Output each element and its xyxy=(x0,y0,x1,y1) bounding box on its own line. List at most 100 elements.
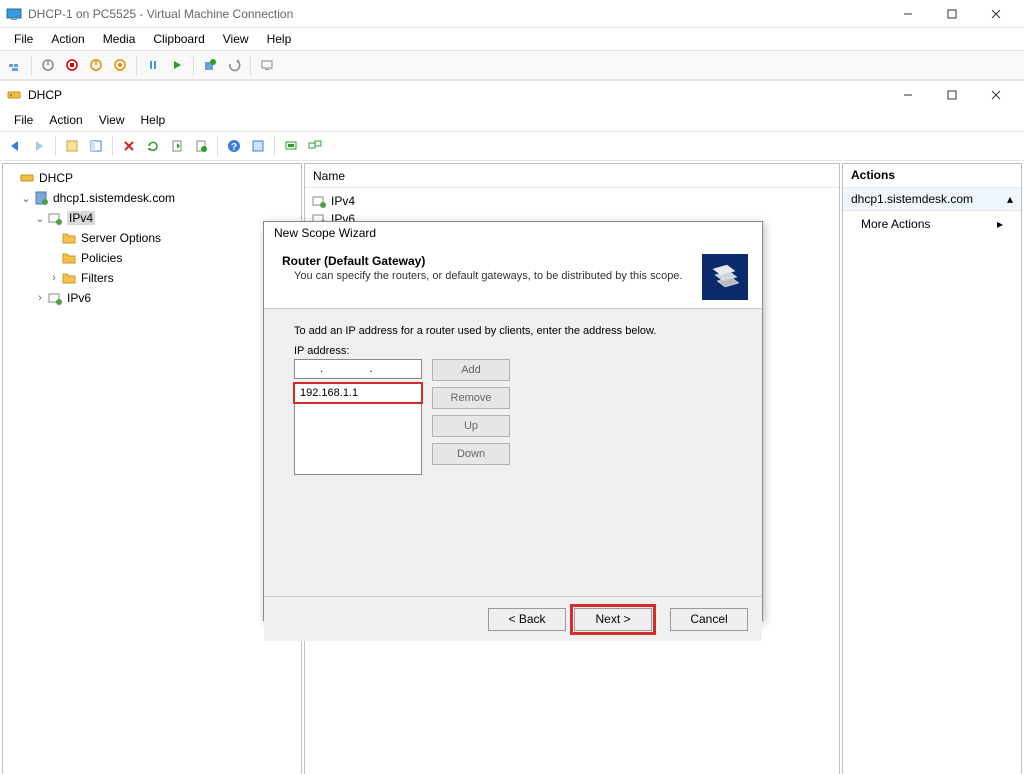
list-item-ipv4[interactable]: IPv4 xyxy=(311,192,833,210)
vm-menu-action[interactable]: Action xyxy=(43,30,92,48)
dhcp-close-button[interactable] xyxy=(974,81,1018,109)
router-list[interactable]: 192.168.1.1 xyxy=(294,383,422,475)
actions-more[interactable]: More Actions ▸ xyxy=(843,211,1021,237)
add-button[interactable]: Add xyxy=(432,359,510,381)
tree-ipv4[interactable]: ⌄ IPv4 xyxy=(5,208,299,228)
pause-icon[interactable] xyxy=(142,54,164,76)
ipv4-icon xyxy=(47,210,63,226)
expand-icon[interactable]: › xyxy=(47,272,61,284)
vm-title: DHCP-1 on PC5525 - Virtual Machine Conne… xyxy=(28,7,886,21)
tree-ipv6[interactable]: › IPv6 xyxy=(5,288,299,308)
actions-pane: Actions dhcp1.sistemdesk.com ▴ More Acti… xyxy=(842,163,1022,774)
toolbar-divider xyxy=(217,136,218,156)
up-button[interactable]: Up xyxy=(432,415,510,437)
chevron-right-icon: ▸ xyxy=(997,217,1003,231)
ip-address-input[interactable] xyxy=(294,359,422,379)
down-button[interactable]: Down xyxy=(432,443,510,465)
tree-server-options[interactable]: Server Options xyxy=(5,228,299,248)
show-hide-tree-icon[interactable] xyxy=(61,135,83,157)
new-scope-icon[interactable] xyxy=(190,135,212,157)
collapse-icon[interactable]: ⌄ xyxy=(33,212,47,225)
ipv4-icon xyxy=(311,193,327,209)
vm-icon xyxy=(6,6,22,22)
chevron-up-icon: ▴ xyxy=(1007,192,1013,206)
nav-forward-icon[interactable] xyxy=(28,135,50,157)
wizard-heading: Router (Default Gateway) xyxy=(282,254,702,268)
vm-menu-file[interactable]: File xyxy=(6,30,41,48)
actions-context[interactable]: dhcp1.sistemdesk.com ▴ xyxy=(843,188,1021,211)
toolbar-divider xyxy=(274,136,275,156)
monitors-icon[interactable] xyxy=(304,135,326,157)
ctrl-alt-del-icon[interactable] xyxy=(4,54,26,76)
help-icon[interactable]: ? xyxy=(223,135,245,157)
vm-menu-media[interactable]: Media xyxy=(95,30,144,48)
checkpoint-icon[interactable] xyxy=(199,54,221,76)
vm-toolbar xyxy=(0,50,1024,80)
vm-menu-help[interactable]: Help xyxy=(259,30,300,48)
monitor-green-icon[interactable] xyxy=(280,135,302,157)
dhcp-menu-action[interactable]: Action xyxy=(41,111,90,129)
expand-icon[interactable]: › xyxy=(33,292,47,304)
dhcp-minimize-button[interactable] xyxy=(886,81,930,109)
tree-policies[interactable]: Policies xyxy=(5,248,299,268)
vm-titlebar: DHCP-1 on PC5525 - Virtual Machine Conne… xyxy=(0,0,1024,28)
toolbar-divider xyxy=(112,136,113,156)
tree-server[interactable]: ⌄ dhcp1.sistemdesk.com xyxy=(5,188,299,208)
toolbar-divider xyxy=(136,55,137,75)
tree-root[interactable]: DHCP xyxy=(5,168,299,188)
toolbar-divider xyxy=(31,55,32,75)
actions-header: Actions xyxy=(843,164,1021,188)
wizard-banner-icon xyxy=(702,254,748,300)
wizard-titlebar: New Scope Wizard xyxy=(264,222,762,248)
dhcp-menu-view[interactable]: View xyxy=(91,111,133,129)
refresh-icon[interactable] xyxy=(142,135,164,157)
vm-menu-view[interactable]: View xyxy=(215,30,257,48)
list-item-label: IPv4 xyxy=(331,194,355,208)
wizard-footer: < Back Next > Cancel xyxy=(264,597,762,641)
tree-ipv6-label: IPv6 xyxy=(67,291,91,305)
vm-close-button[interactable] xyxy=(974,0,1018,28)
new-scope-wizard: New Scope Wizard Router (Default Gateway… xyxy=(263,221,763,621)
properties-icon[interactable] xyxy=(85,135,107,157)
dhcp-app-icon xyxy=(6,87,22,103)
ipv6-icon xyxy=(47,290,63,306)
tree-ipv4-label: IPv4 xyxy=(67,211,95,225)
stop-icon[interactable] xyxy=(61,54,83,76)
tree-filters-label: Filters xyxy=(81,271,114,285)
vm-minimize-button[interactable] xyxy=(886,0,930,28)
dhcp-menubar: File Action View Help xyxy=(0,109,1024,131)
enhanced-session-icon[interactable] xyxy=(256,54,278,76)
toolbar-divider xyxy=(55,136,56,156)
collapse-icon[interactable]: ⌄ xyxy=(19,192,33,205)
dhcp-menu-help[interactable]: Help xyxy=(133,111,174,129)
window-icon[interactable] xyxy=(247,135,269,157)
next-button[interactable]: Next > xyxy=(574,608,652,631)
dhcp-menu-file[interactable]: File xyxy=(6,111,41,129)
export-icon[interactable] xyxy=(166,135,188,157)
cancel-button[interactable]: Cancel xyxy=(670,608,748,631)
dhcp-maximize-button[interactable] xyxy=(930,81,974,109)
save-icon[interactable] xyxy=(109,54,131,76)
remove-button[interactable]: Remove xyxy=(432,387,510,409)
scope-tree[interactable]: DHCP ⌄ dhcp1.sistemdesk.com ⌄ IPv4 Serve… xyxy=(2,163,302,774)
reset-icon[interactable] xyxy=(166,54,188,76)
delete-icon[interactable] xyxy=(118,135,140,157)
revert-icon[interactable] xyxy=(223,54,245,76)
vm-maximize-button[interactable] xyxy=(930,0,974,28)
column-header-name[interactable]: Name xyxy=(305,164,839,188)
tree-server-label: dhcp1.sistemdesk.com xyxy=(53,191,175,205)
dhcp-toolbar: ? xyxy=(0,131,1024,161)
ip-address-label: IP address: xyxy=(294,345,740,357)
wizard-content: To add an IP address for a router used b… xyxy=(264,309,762,597)
nav-back-icon[interactable] xyxy=(4,135,26,157)
vm-menu-clipboard[interactable]: Clipboard xyxy=(145,30,212,48)
power-icon[interactable] xyxy=(37,54,59,76)
tree-policies-label: Policies xyxy=(81,251,122,265)
tree-server-options-label: Server Options xyxy=(81,231,161,245)
back-button[interactable]: < Back xyxy=(488,608,566,631)
tree-filters[interactable]: › Filters xyxy=(5,268,299,288)
shutdown-icon[interactable] xyxy=(85,54,107,76)
router-list-item[interactable]: 192.168.1.1 xyxy=(295,384,421,402)
dhcp-titlebar: DHCP xyxy=(0,81,1024,109)
wizard-instruction: To add an IP address for a router used b… xyxy=(294,325,740,337)
